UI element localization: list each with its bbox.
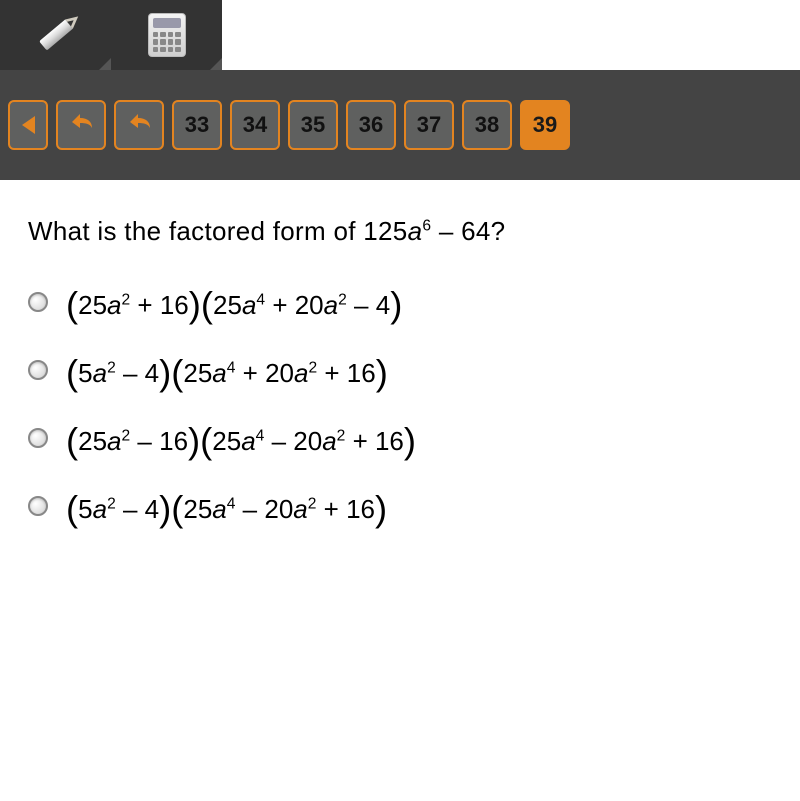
options-list: (25a2 + 16)(25a4 + 20a2 – 4) (5a2 – 4)(2… (28, 281, 772, 527)
option-a-text: (25a2 + 16)(25a4 + 20a2 – 4) (66, 281, 402, 323)
nav-undo-1[interactable] (56, 100, 106, 150)
q-33[interactable]: 33 (172, 100, 222, 150)
option-d-text: (5a2 – 4)(25a4 – 20a2 + 16) (66, 485, 387, 527)
nav-undo-2[interactable] (114, 100, 164, 150)
pencil-tool[interactable] (0, 0, 111, 70)
question-tail: ? (491, 216, 506, 246)
pencil-icon (27, 7, 83, 63)
q-36[interactable]: 36 (346, 100, 396, 150)
question-text: What is the factored form of 125a6 – 64? (28, 216, 772, 247)
q-34[interactable]: 34 (230, 100, 280, 150)
option-c[interactable]: (25a2 – 16)(25a4 – 20a2 + 16) (28, 417, 772, 459)
option-d[interactable]: (5a2 – 4)(25a4 – 20a2 + 16) (28, 485, 772, 527)
radio-icon (28, 428, 48, 448)
tool-bar (0, 0, 222, 70)
option-b[interactable]: (5a2 – 4)(25a4 + 20a2 + 16) (28, 349, 772, 391)
radio-icon (28, 496, 48, 516)
calculator-icon (148, 13, 186, 57)
q-39[interactable]: 39 (520, 100, 570, 150)
undo-arrow-icon (124, 110, 154, 140)
nav-prev[interactable] (8, 100, 48, 150)
calculator-tool[interactable] (111, 0, 222, 70)
radio-icon (28, 292, 48, 312)
question-expression: 125a6 – 64 (363, 216, 490, 246)
q-37[interactable]: 37 (404, 100, 454, 150)
question-lead: What is the factored form of (28, 216, 363, 246)
option-b-text: (5a2 – 4)(25a4 + 20a2 + 16) (66, 349, 388, 391)
option-c-text: (25a2 – 16)(25a4 – 20a2 + 16) (66, 417, 416, 459)
question-content: What is the factored form of 125a6 – 64?… (0, 180, 800, 563)
undo-arrow-icon (66, 110, 96, 140)
q-35[interactable]: 35 (288, 100, 338, 150)
question-nav: 33 34 35 36 37 38 39 (0, 70, 800, 180)
radio-icon (28, 360, 48, 380)
chevron-left-icon (22, 116, 35, 134)
option-a[interactable]: (25a2 + 16)(25a4 + 20a2 – 4) (28, 281, 772, 323)
q-38[interactable]: 38 (462, 100, 512, 150)
